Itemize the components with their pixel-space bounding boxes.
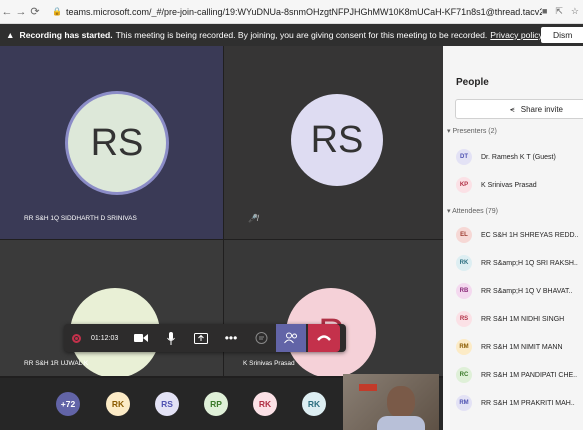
participant-list-item[interactable]: RS RR S&H 1M NIDHI SINGH bbox=[456, 311, 564, 327]
participant-chip[interactable]: RK bbox=[253, 392, 277, 416]
camera-icon bbox=[134, 334, 148, 342]
chat-button[interactable] bbox=[246, 324, 276, 352]
participants-button[interactable] bbox=[276, 324, 306, 352]
share-icon[interactable]: ⇱ bbox=[555, 6, 563, 17]
participant-list-item[interactable]: DT Dr. Ramesh K T (Guest) bbox=[456, 149, 556, 165]
participant-list-name: RR S&H 1M PRAKRITI MAH.. bbox=[481, 399, 575, 407]
participant-chip[interactable]: RS bbox=[155, 392, 179, 416]
participant-list-avatar: RS bbox=[456, 311, 472, 327]
participant-list-name: Dr. Ramesh K T (Guest) bbox=[481, 153, 556, 161]
participant-list-avatar: RB bbox=[456, 283, 472, 299]
recording-banner: ▲ Recording has started. This meeting is… bbox=[0, 24, 583, 46]
attendees-label: Attendees (79) bbox=[452, 208, 498, 215]
participant-list-item[interactable]: EL EC S&H 1H SHREYAS REDD.. bbox=[456, 227, 579, 243]
share-invite-label: Share invite bbox=[520, 105, 563, 114]
dismiss-button[interactable]: Dism bbox=[541, 27, 583, 43]
participant-list-avatar: RK bbox=[456, 255, 472, 271]
participant-name: RR S&H 1Q SIDDHARTH D SRINIVAS bbox=[24, 215, 137, 222]
hang-up-icon bbox=[317, 335, 331, 341]
participant-chip[interactable]: RP bbox=[204, 392, 228, 416]
recording-indicator: 01:12:03 bbox=[64, 333, 126, 343]
warning-icon: ▲ bbox=[6, 30, 15, 40]
people-title: People bbox=[456, 77, 489, 88]
lock-icon: 🔒 bbox=[52, 7, 62, 16]
self-view-shirt bbox=[377, 416, 425, 430]
star-icon[interactable]: ☆ bbox=[571, 6, 579, 17]
recording-banner-title: Recording has started. bbox=[19, 30, 113, 40]
participant-tile[interactable]: P K Srinivas Prasad bbox=[224, 240, 443, 376]
participant-chip[interactable]: RK bbox=[106, 392, 130, 416]
attendees-section-header[interactable]: ▾ Attendees (79) bbox=[447, 207, 498, 215]
self-view-video[interactable] bbox=[343, 374, 439, 430]
recording-banner-text: This meeting is being recorded. By joini… bbox=[115, 30, 488, 40]
participant-list-name: RR S&H 1M NIMIT MANN bbox=[481, 343, 563, 351]
participant-list-name: K Srinivas Prasad bbox=[481, 181, 537, 189]
share-screen-button[interactable] bbox=[186, 324, 216, 352]
participant-list-item[interactable]: RB RR S&amp;H 1Q V BHAVAT.. bbox=[456, 283, 572, 299]
participant-avatar: RS bbox=[291, 94, 383, 186]
participant-chip[interactable]: RK bbox=[302, 392, 326, 416]
presenters-section-header[interactable]: ▾ Presenters (2) bbox=[447, 127, 497, 135]
participant-tile[interactable]: RR S&H 1R UJWAL K bbox=[0, 240, 223, 376]
people-panel: People ⪪ Share invite ▾ Presenters (2) D… bbox=[443, 46, 583, 430]
participant-list-item[interactable]: RM RR S&H 1M PRAKRITI MAH.. bbox=[456, 395, 575, 411]
participant-list-avatar: RC bbox=[456, 367, 472, 383]
participant-name: K Srinivas Prasad bbox=[243, 360, 295, 367]
participant-list-name: RR S&amp;H 1Q V BHAVAT.. bbox=[481, 287, 573, 295]
mic-button[interactable] bbox=[156, 324, 186, 352]
browser-toolbar: ← → ⟳ 🔒 teams.microsoft.com/_#/pre-join-… bbox=[0, 0, 583, 24]
more-icon: ••• bbox=[224, 331, 238, 345]
mic-icon bbox=[167, 331, 175, 345]
reload-icon[interactable]: ⟳ bbox=[28, 5, 42, 18]
meeting-controls: 01:12:03 ••• bbox=[64, 324, 346, 352]
presenters-label: Presenters (2) bbox=[452, 128, 497, 135]
leave-button[interactable] bbox=[308, 324, 340, 352]
overflow-count-chip[interactable]: +72 bbox=[56, 392, 80, 416]
participant-list-avatar: RM bbox=[456, 395, 472, 411]
privacy-policy-link[interactable]: Privacy policy bbox=[490, 30, 543, 40]
share-icon: ⪪ bbox=[510, 105, 515, 114]
chat-icon bbox=[255, 331, 267, 344]
participant-list-avatar: KP bbox=[456, 177, 472, 193]
camera-indicator-icon[interactable]: ■ bbox=[542, 6, 547, 17]
participant-tile[interactable]: RS 🎤̸ bbox=[224, 46, 443, 239]
forward-icon[interactable]: → bbox=[14, 6, 28, 18]
participant-list-name: EC S&H 1H SHREYAS REDD.. bbox=[481, 231, 579, 239]
participant-list-item[interactable]: RM RR S&H 1M NIMIT MANN bbox=[456, 339, 563, 355]
participant-avatar: RS bbox=[68, 94, 166, 192]
back-icon[interactable]: ← bbox=[0, 6, 14, 18]
participant-list-name: RR S&amp;H 1Q SRI RAKSH.. bbox=[481, 259, 578, 267]
participant-list-name: RR S&H 1M NIDHI SINGH bbox=[481, 315, 565, 323]
participant-list-item[interactable]: RK RR S&amp;H 1Q SRI RAKSH.. bbox=[456, 255, 578, 271]
participant-name: RR S&H 1R UJWAL K bbox=[24, 360, 89, 367]
participant-list-item[interactable]: RC RR S&H 1M PANDIPATI CHE.. bbox=[456, 367, 577, 383]
muted-mic-icon: 🎤̸ bbox=[248, 214, 258, 223]
people-icon bbox=[284, 332, 297, 344]
camera-button[interactable] bbox=[126, 324, 156, 352]
participant-list-item[interactable]: KP K Srinivas Prasad bbox=[456, 177, 537, 193]
record-dot-icon bbox=[72, 333, 81, 343]
share-invite-button[interactable]: ⪪ Share invite bbox=[455, 99, 583, 119]
more-actions-button[interactable]: ••• bbox=[216, 324, 246, 352]
participant-list-avatar: RM bbox=[456, 339, 472, 355]
participant-list-avatar: DT bbox=[456, 149, 472, 165]
self-view-sign bbox=[359, 384, 377, 391]
participant-tile[interactable]: RS RR S&H 1Q SIDDHARTH D SRINIVAS bbox=[0, 46, 223, 239]
participant-list-name: RR S&H 1M PANDIPATI CHE.. bbox=[481, 371, 578, 379]
participant-list-avatar: EL bbox=[456, 227, 472, 243]
meeting-timer: 01:12:03 bbox=[91, 334, 119, 342]
address-bar[interactable]: teams.microsoft.com/_#/pre-join-calling/… bbox=[66, 7, 542, 17]
share-screen-icon bbox=[194, 332, 208, 344]
self-view-person bbox=[387, 386, 415, 418]
